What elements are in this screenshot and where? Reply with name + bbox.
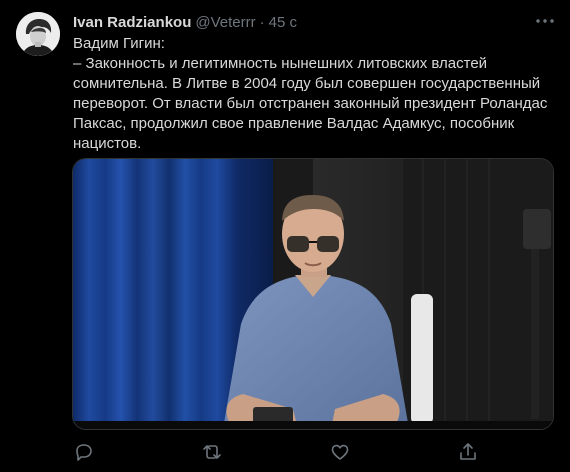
tweet: Ivan Radziankou @Veterrr · 45 с Вадим Ги…: [0, 0, 570, 472]
more-options-icon[interactable]: [533, 9, 557, 33]
tweet-text-line: переворот. От власти был отстранен закон…: [73, 95, 548, 112]
like-icon[interactable]: [328, 440, 352, 464]
author-handle[interactable]: @Veterrr: [195, 14, 255, 31]
reply-icon[interactable]: [72, 440, 96, 464]
tweet-text-line: – Законность и легитимность нынешних лит…: [73, 55, 488, 72]
share-icon[interactable]: [456, 440, 480, 464]
tweet-text-line: нацистов.: [73, 135, 142, 152]
retweet-icon[interactable]: [200, 440, 224, 464]
header-separator: ·: [259, 13, 265, 31]
tweet-header: Ivan Radziankou @Veterrr · 45 с: [73, 12, 297, 32]
author-name[interactable]: Ivan Radziankou: [73, 14, 191, 31]
tweet-text-line: Паксас, продолжил свое правление Валдас …: [73, 115, 515, 132]
tweet-actions: [72, 440, 554, 464]
tweet-text-line: сомнительна. В Литве в 2004 году был сов…: [73, 75, 541, 92]
tweet-text: Вадим Гигин: – Законность и легитимность…: [73, 34, 548, 154]
avatar[interactable]: [16, 12, 60, 56]
tweet-timestamp[interactable]: 45 с: [269, 14, 297, 31]
tweet-photo[interactable]: [72, 158, 554, 430]
tweet-text-line: Вадим Гигин:: [73, 35, 165, 52]
